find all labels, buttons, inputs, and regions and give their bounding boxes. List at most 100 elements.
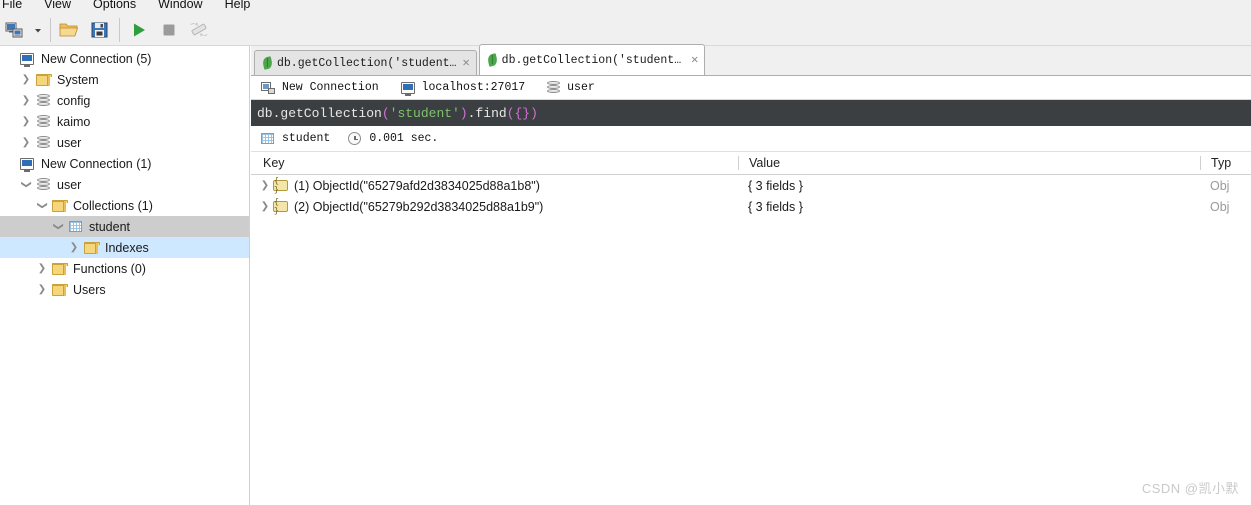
chevron-right-icon[interactable]: ❯ xyxy=(18,132,34,153)
mongodb-leaf-icon xyxy=(261,56,274,70)
tree-item-label: New Connection (1) xyxy=(41,156,152,171)
tab-query-1[interactable]: db.getCollection('student… ✕ xyxy=(254,50,477,75)
menu-help[interactable]: Help xyxy=(214,0,262,13)
chevron-right-icon[interactable]: ❯ xyxy=(18,111,34,132)
host-label: localhost:27017 xyxy=(421,81,526,94)
editor-token-brace: {} xyxy=(514,105,531,121)
connection-tree: New Connection (5) ❯ System ❯ config ❯ kaimo ❯ u… xyxy=(0,46,249,300)
save-icon xyxy=(91,22,108,37)
menu-file[interactable]: File xyxy=(0,0,33,13)
chevron-right-icon[interactable]: ❯ xyxy=(257,201,273,212)
object-icon: { } xyxy=(273,198,288,216)
chevron-right-icon[interactable]: ❯ xyxy=(34,258,50,279)
menu-view[interactable]: View xyxy=(33,0,82,13)
open-folder-icon xyxy=(59,23,79,36)
menu-options[interactable]: Options xyxy=(82,0,147,13)
chevron-down-icon[interactable]: ❯ xyxy=(48,219,69,235)
tree-item-system[interactable]: ❯ System xyxy=(0,69,249,90)
monitor-icon xyxy=(18,52,36,67)
connect-button[interactable] xyxy=(0,16,30,44)
menu-bar: File View Options Window Help xyxy=(0,0,1251,14)
tree-item-user[interactable]: ❯ user xyxy=(0,132,249,153)
database-icon xyxy=(34,136,52,149)
editor-token-plain: db.getCollection xyxy=(257,105,382,121)
tab-strip: db.getCollection('student… ✕ db.getCollect… xyxy=(251,44,1251,76)
table-row[interactable]: ❯{ } (1) ObjectId("65279afd2d3834025d88a1… xyxy=(251,175,1251,196)
results-table-body: ❯{ } (1) ObjectId("65279afd2d3834025d88a1… xyxy=(251,175,1251,217)
open-script-button[interactable] xyxy=(55,16,85,44)
results-key-label: (1) ObjectId("65279afd2d3834025d88a1b8") xyxy=(294,178,540,193)
editor-token-paren: ( xyxy=(506,105,515,121)
tree-item-config[interactable]: ❯ config xyxy=(0,90,249,111)
table-row[interactable]: ❯{ } (2) ObjectId("65279b292d3834025d88a1… xyxy=(251,196,1251,217)
mongodb-leaf-icon xyxy=(486,53,498,67)
toolbar-separator-2 xyxy=(119,17,120,42)
save-script-button[interactable] xyxy=(85,16,115,44)
chevron-right-icon[interactable]: ❯ xyxy=(18,69,34,90)
folder-icon xyxy=(50,283,68,296)
execute-button[interactable] xyxy=(124,16,154,44)
tab-close-icon[interactable]: ✕ xyxy=(691,54,698,66)
column-header-value[interactable]: Value xyxy=(738,156,1200,170)
results-cell-key: ❯{ } (1) ObjectId("65279afd2d3834025d88a1… xyxy=(251,177,738,195)
chevron-right-icon[interactable]: ❯ xyxy=(34,279,50,300)
connection-name-item[interactable]: New Connection xyxy=(261,81,379,94)
tree-item-label: Users xyxy=(73,282,106,297)
tree-item-user-2[interactable]: ❯ user xyxy=(0,174,249,195)
column-header-key[interactable]: Key xyxy=(251,156,738,170)
results-cell-value: { 3 fields } xyxy=(748,199,803,214)
editor-token-string: 'student' xyxy=(389,105,460,121)
tree-item-functions[interactable]: ❯ Functions (0) xyxy=(0,258,249,279)
tab-close-icon[interactable]: ✕ xyxy=(462,57,469,69)
clock-icon xyxy=(348,132,362,145)
tree-item-kaimo[interactable]: ❯ kaimo xyxy=(0,111,249,132)
chevron-down-icon[interactable]: ❯ xyxy=(32,198,53,214)
stop-icon xyxy=(163,24,175,35)
application-window: File View Options Window Help New Connec… xyxy=(0,0,1251,505)
sidebar-explorer[interactable]: New Connection (5) ❯ System ❯ config ❯ kaimo ❯ u… xyxy=(0,46,250,505)
chevron-right-icon[interactable]: ❯ xyxy=(66,237,82,258)
collection-icon xyxy=(261,133,274,144)
column-header-type[interactable]: Typ xyxy=(1200,156,1251,170)
chevron-down-icon[interactable]: ❯ xyxy=(16,177,37,193)
database-icon xyxy=(34,94,52,107)
database-icon xyxy=(547,81,561,94)
refresh-button[interactable] xyxy=(184,16,214,44)
folder-icon xyxy=(34,73,52,86)
connection-name-label: New Connection xyxy=(282,81,379,94)
toolbar-group-file xyxy=(55,14,115,46)
query-editor[interactable]: db.getCollection('student') .find({}) xyxy=(251,100,1251,126)
tab-query-2[interactable]: db.getCollection('student… ✕ xyxy=(478,44,706,75)
host-item[interactable]: localhost:27017 xyxy=(400,81,526,96)
tree-item-student[interactable]: ❯ student xyxy=(0,216,249,237)
results-key-label: (2) ObjectId("65279b292d3834025d88a1b9") xyxy=(294,199,544,214)
stop-button[interactable] xyxy=(154,16,184,44)
tree-item-collections[interactable]: ❯ Collections (1) xyxy=(0,195,249,216)
tree-item-label: System xyxy=(57,72,99,87)
editor-token-paren: ( xyxy=(381,105,390,121)
tree-item-users[interactable]: ❯ Users xyxy=(0,279,249,300)
results-cell-value: { 3 fields } xyxy=(748,178,803,193)
chevron-right-icon[interactable]: ❯ xyxy=(18,90,34,111)
main-pane: db.getCollection('student… ✕ db.getCollect… xyxy=(251,44,1251,505)
chevron-right-icon[interactable]: ❯ xyxy=(257,180,273,191)
tree-item-label: user xyxy=(57,177,82,192)
result-collection-label: student xyxy=(282,132,331,145)
monitor-icon xyxy=(400,81,415,96)
connect-dropdown-button[interactable] xyxy=(30,16,46,44)
watermark: CSDN @凯小默 xyxy=(1141,481,1239,496)
tree-item-new-connection-5[interactable]: New Connection (5) xyxy=(0,48,249,69)
toolbar-group-execute xyxy=(124,14,214,46)
object-icon: { } xyxy=(273,177,288,195)
database-item[interactable]: user xyxy=(547,81,595,94)
tree-item-label: user xyxy=(57,135,82,150)
tree-item-indexes[interactable]: ❯ Indexes xyxy=(0,237,249,258)
connect-icon xyxy=(5,22,23,37)
folder-icon xyxy=(82,241,100,254)
monitor-icon xyxy=(18,157,36,172)
menu-window[interactable]: Window xyxy=(147,0,213,13)
folder-icon xyxy=(50,262,68,275)
tree-item-new-connection-1[interactable]: New Connection (1) xyxy=(0,153,249,174)
